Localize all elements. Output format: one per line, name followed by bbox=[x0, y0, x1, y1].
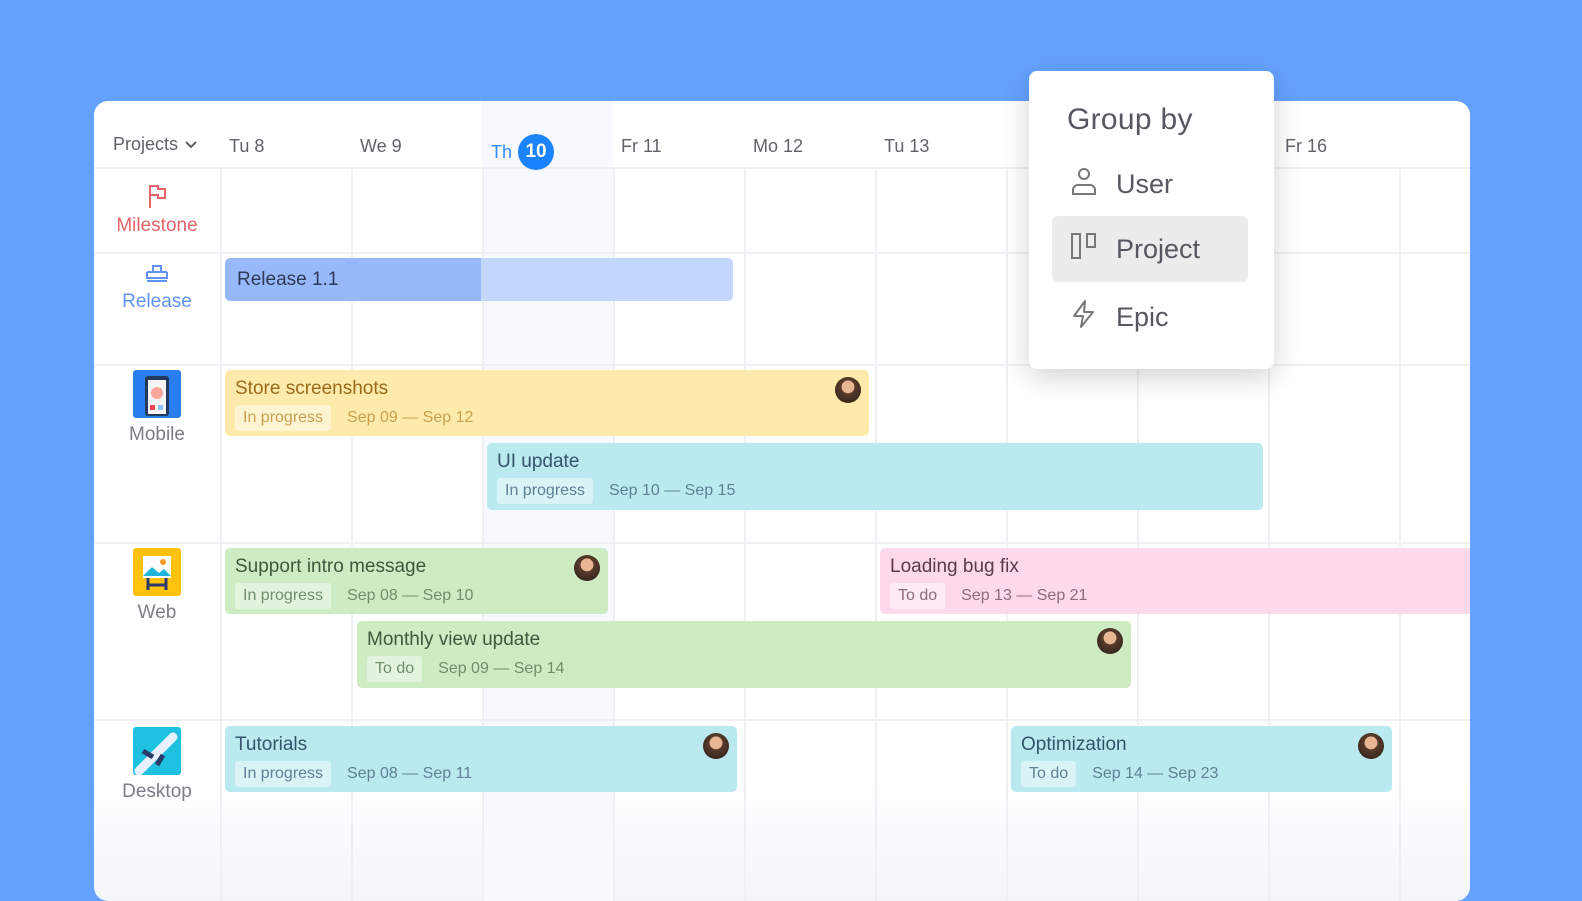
task-dates: Sep 09 — Sep 12 bbox=[347, 409, 474, 426]
row-label: Mobile bbox=[129, 424, 185, 445]
day-header: Mo 12 bbox=[753, 136, 804, 156]
option-label: Epic bbox=[1116, 301, 1169, 332]
chevron-down-icon bbox=[184, 134, 198, 155]
day-header: Tu 13 bbox=[884, 136, 930, 156]
column-divider bbox=[220, 168, 222, 901]
day-header: We 9 bbox=[360, 136, 402, 156]
release-title: Release 1.1 bbox=[237, 269, 339, 290]
desktop-app-icon bbox=[94, 727, 220, 775]
divider bbox=[94, 719, 1470, 721]
task-dates: Sep 08 — Sep 10 bbox=[347, 587, 474, 604]
lightning-icon bbox=[1070, 299, 1098, 336]
task-title: Store screenshots bbox=[235, 378, 389, 399]
day-header: Fr 16 bbox=[1285, 136, 1328, 156]
projects-dropdown[interactable]: Projects bbox=[113, 134, 198, 155]
status-badge: To do bbox=[1021, 761, 1077, 787]
row-desktop[interactable]: Desktop bbox=[94, 727, 220, 803]
task-title: Monthly view update bbox=[367, 629, 541, 650]
task-dates: Sep 14 — Sep 23 bbox=[1092, 765, 1219, 782]
option-label: User bbox=[1116, 168, 1174, 199]
projects-label: Projects bbox=[113, 134, 179, 154]
column-divider bbox=[875, 168, 877, 901]
task-title: Optimization bbox=[1021, 734, 1127, 755]
row-label: Milestone bbox=[116, 215, 198, 236]
column-divider bbox=[1006, 168, 1008, 901]
task-title: Support intro message bbox=[235, 556, 427, 577]
ship-icon bbox=[94, 263, 220, 285]
row-label: Web bbox=[137, 602, 177, 623]
menu-title: Group by bbox=[1067, 103, 1193, 136]
status-badge: In progress bbox=[497, 478, 594, 504]
row-label: Desktop bbox=[122, 781, 192, 802]
web-app-icon bbox=[94, 548, 220, 596]
flag-icon bbox=[94, 183, 220, 209]
status-badge: To do bbox=[367, 656, 423, 682]
task-bar[interactable]: Optimization To do Sep 14 — Sep 23 bbox=[1011, 726, 1392, 792]
task-bar[interactable]: UI update In progress Sep 10 — Sep 15 bbox=[487, 443, 1263, 510]
row-web[interactable]: Web bbox=[94, 548, 220, 624]
column-divider bbox=[1399, 168, 1401, 901]
column-divider bbox=[744, 168, 746, 901]
day-header-today: Th 10 bbox=[491, 134, 555, 170]
task-bar[interactable]: Tutorials In progress Sep 08 — Sep 11 bbox=[225, 726, 737, 792]
task-bar[interactable]: Loading bug fix To do Sep 13 — Sep 21 bbox=[880, 548, 1470, 614]
option-label: Project bbox=[1116, 233, 1201, 264]
avatar[interactable] bbox=[574, 555, 600, 581]
task-bar[interactable]: Monthly view update To do Sep 09 — Sep 14 bbox=[357, 621, 1131, 688]
task-title: UI update bbox=[497, 451, 580, 472]
board-icon bbox=[1070, 231, 1098, 268]
avatar[interactable] bbox=[1097, 628, 1123, 654]
user-icon bbox=[1070, 166, 1098, 203]
divider bbox=[94, 542, 1470, 544]
task-title: Tutorials bbox=[235, 734, 308, 755]
status-badge: In progress bbox=[235, 583, 332, 609]
group-by-project[interactable]: Project bbox=[1052, 216, 1248, 282]
task-dates: Sep 08 — Sep 11 bbox=[347, 765, 473, 782]
mobile-app-icon bbox=[94, 370, 220, 418]
group-by-user[interactable]: User bbox=[1052, 151, 1248, 217]
task-dates: Sep 09 — Sep 14 bbox=[438, 660, 565, 677]
task-bar[interactable]: Support intro message In progress Sep 08 … bbox=[225, 548, 608, 614]
today-badge: 10 bbox=[518, 134, 555, 170]
status-badge: To do bbox=[890, 583, 946, 609]
day-header: Fr 11 bbox=[621, 136, 662, 156]
today-weekday: Th bbox=[491, 141, 513, 162]
group-by-menu: Group by User Project Epic bbox=[1029, 71, 1274, 369]
row-mobile[interactable]: Mobile bbox=[94, 370, 220, 446]
row-milestone[interactable]: Milestone bbox=[94, 183, 220, 237]
avatar[interactable] bbox=[835, 377, 861, 403]
release-bar[interactable]: Release 1.1 bbox=[225, 258, 733, 301]
status-badge: In progress bbox=[235, 405, 332, 431]
avatar[interactable] bbox=[703, 733, 729, 759]
row-release[interactable]: Release bbox=[94, 263, 220, 313]
day-header: Tu 8 bbox=[229, 136, 265, 156]
row-label: Release bbox=[122, 291, 192, 312]
avatar[interactable] bbox=[1358, 733, 1384, 759]
task-title: Loading bug fix bbox=[890, 556, 1019, 577]
task-dates: Sep 13 — Sep 21 bbox=[961, 587, 1088, 604]
task-dates: Sep 10 — Sep 15 bbox=[609, 482, 736, 499]
status-badge: In progress bbox=[235, 761, 332, 787]
task-bar[interactable]: Store screenshots In progress Sep 09 — Se… bbox=[225, 370, 869, 436]
group-by-epic[interactable]: Epic bbox=[1052, 284, 1248, 350]
